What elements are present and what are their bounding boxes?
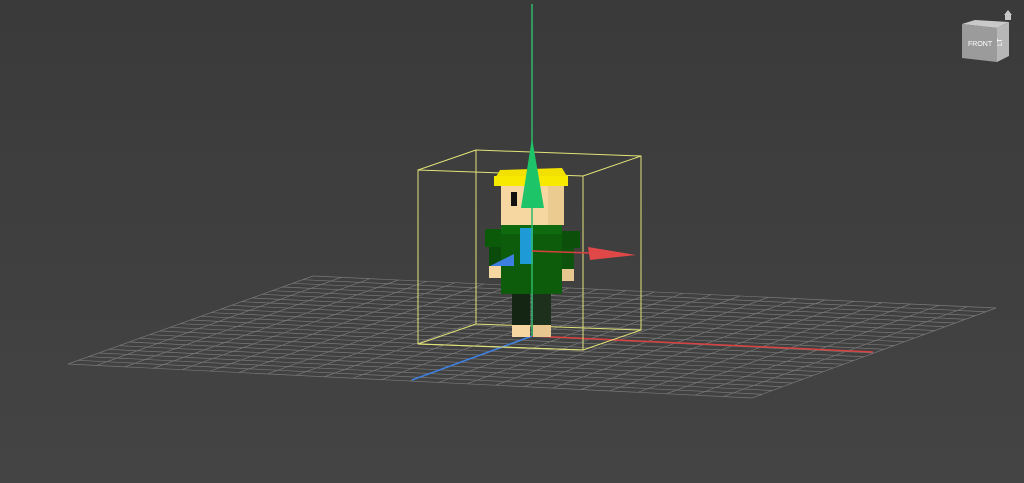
foot-right xyxy=(533,325,551,337)
leg-left xyxy=(512,292,530,328)
hand-left xyxy=(489,266,502,278)
shoulder-right xyxy=(561,231,580,248)
viewcube[interactable]: FRONT LT xyxy=(955,10,1015,70)
foot-left xyxy=(512,325,530,337)
arm-right xyxy=(561,246,574,270)
hand-right xyxy=(561,269,574,281)
viewcube-front-label: FRONT xyxy=(968,41,993,48)
eye-left xyxy=(511,192,517,206)
head-shade xyxy=(548,183,564,225)
leg-right xyxy=(533,292,551,328)
3d-viewport[interactable] xyxy=(0,0,1024,483)
home-icon[interactable] xyxy=(1004,10,1012,20)
tie xyxy=(520,228,533,264)
shoulder-left xyxy=(485,229,503,247)
gizmo-x-arrow[interactable] xyxy=(588,247,636,260)
viewcube-side-label: LT xyxy=(997,38,1004,46)
